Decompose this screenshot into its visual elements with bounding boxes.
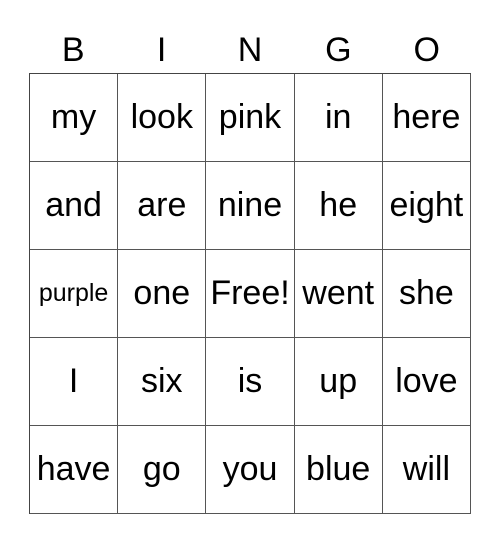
header-letter-g: G [325, 31, 352, 69]
bingo-cell[interactable]: here [382, 74, 471, 162]
bingo-cell[interactable]: go [118, 426, 207, 514]
bingo-cell[interactable]: are [118, 162, 207, 250]
bingo-cell[interactable]: she [382, 250, 471, 338]
free-space-cell[interactable]: Free! [206, 250, 295, 338]
header-letter-i: I [156, 31, 167, 69]
bingo-cell[interactable]: you [206, 426, 295, 514]
bingo-cell[interactable]: up [294, 338, 383, 426]
bingo-cell[interactable]: nine [206, 162, 295, 250]
bingo-cell[interactable]: pink [206, 74, 295, 162]
bingo-cell[interactable]: purple [30, 250, 119, 338]
bingo-cell[interactable]: six [118, 338, 207, 426]
bingo-cell[interactable]: he [294, 162, 383, 250]
bingo-cell[interactable]: my [30, 74, 119, 162]
bingo-cell[interactable]: will [382, 426, 471, 514]
bingo-cell[interactable]: went [294, 250, 383, 338]
bingo-cell[interactable]: look [118, 74, 207, 162]
header-letter-n: N [237, 31, 263, 69]
bingo-cell[interactable]: have [30, 426, 119, 514]
header-letter-b: B [61, 31, 85, 69]
bingo-cell[interactable]: one [118, 250, 207, 338]
bingo-cell[interactable]: eight [382, 162, 471, 250]
bingo-card-grid: my look pink in here and are nine he eig… [29, 73, 471, 514]
bingo-cell[interactable]: is [206, 338, 295, 426]
bingo-cell[interactable]: I [30, 338, 119, 426]
bingo-cell[interactable]: love [382, 338, 471, 426]
bingo-cell[interactable]: and [30, 162, 119, 250]
bingo-cell[interactable]: in [294, 74, 383, 162]
bingo-header: B I N G O [29, 28, 471, 73]
bingo-cell[interactable]: blue [294, 426, 383, 514]
header-letter-o: O [413, 31, 440, 69]
